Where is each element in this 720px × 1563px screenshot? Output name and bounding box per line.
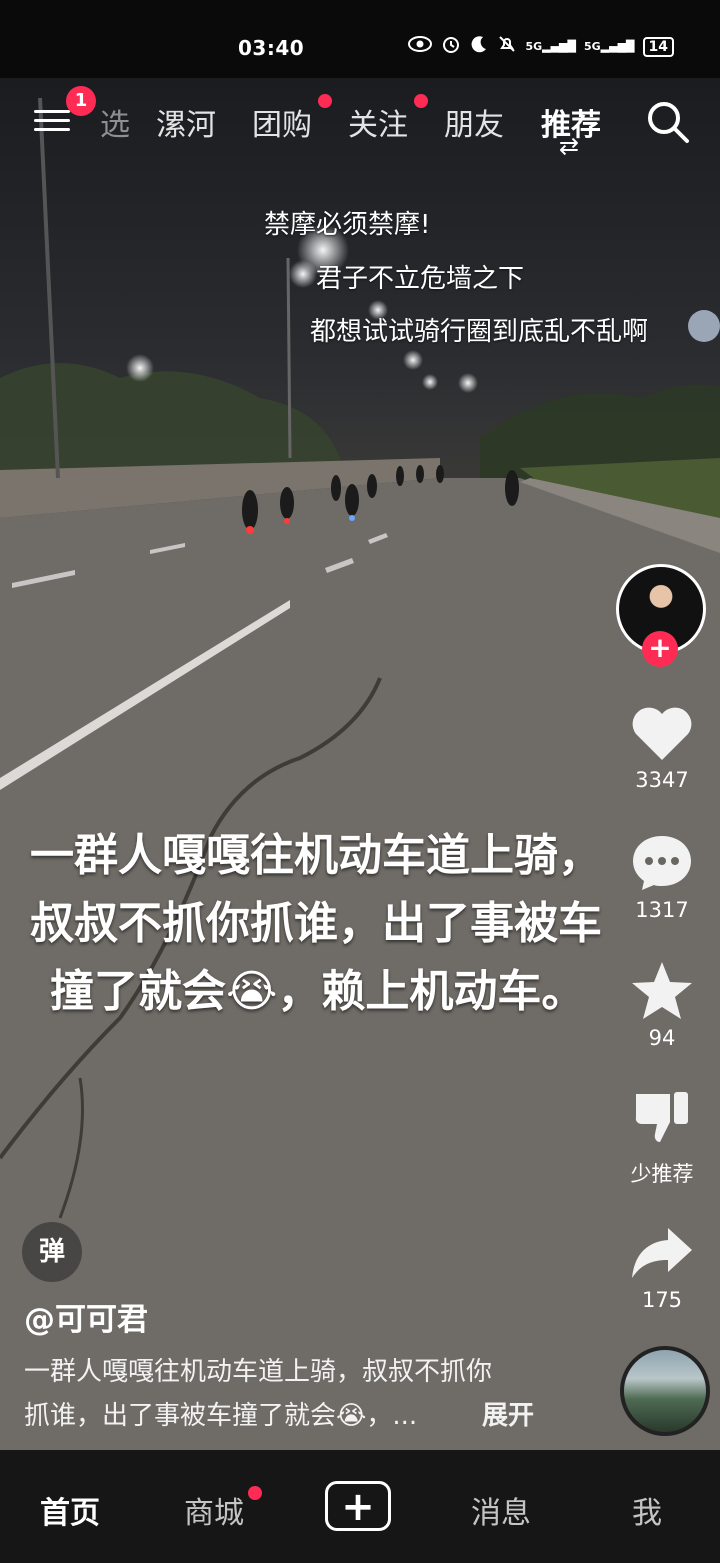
follow-button[interactable]: + [642,631,678,667]
caption-line: 叔叔不抓你抓谁，出了事被车 [30,898,602,949]
heart-icon[interactable] [630,704,694,766]
video-description[interactable]: 一群人嘎嘎往机动车道上骑，叔叔不抓你 抓谁，出了事被车撞了就会😭，... 展开 [24,1350,594,1438]
eye-icon [407,35,433,58]
alarm-icon [441,34,461,59]
status-icons: 5G▂▄▆█ 5G▂▄▆█ 14 [407,34,674,59]
comment-count: 1317 [635,898,689,922]
star-icon[interactable] [630,960,694,1026]
tab-following[interactable]: 关注 [348,100,408,144]
dislike-label: 少推荐 [630,1162,694,1186]
group-buy-dot [318,94,332,108]
following-dot [414,94,428,108]
menu-button[interactable] [34,104,70,134]
status-bar: 03:40 5G▂▄▆█ 5G▂▄▆█ 14 [0,0,720,78]
bottom-tab-mall[interactable]: 商城 [184,1488,244,1532]
caption-line: 撞了就会😭，赖上机动车。 [50,966,586,1017]
status-time: 03:40 [238,36,305,60]
search-icon[interactable] [646,100,690,144]
tab-local[interactable]: 漯河 [156,100,216,144]
signal-5g-icon: 5G▂▄▆█ [525,40,576,53]
mall-dot [248,1486,262,1500]
description-line: 一群人嘎嘎往机动车道上骑，叔叔不抓你 [24,1357,493,1387]
danmu-comment: 君子不立危墙之下 [316,264,525,294]
comment-icon[interactable] [630,832,694,896]
battery-indicator: 14 [642,36,674,57]
thumbs-down-icon[interactable] [634,1088,692,1148]
switch-icon[interactable]: ⇄ [559,132,579,160]
signal-5g-icon: 5G▂▄▆█ [583,40,635,53]
create-button[interactable]: + [325,1481,391,1531]
share-icon[interactable] [630,1226,694,1284]
danmaku-toggle-button[interactable]: 弹 [22,1222,82,1282]
author-name[interactable]: @可可君 [24,1294,148,1339]
like-count: 3347 [635,768,689,792]
danmu-comment: 禁摩必须禁摩! [264,210,431,240]
moon-icon [469,34,489,59]
bottom-tab-me[interactable]: 我 [632,1488,662,1532]
caption-line: 一群人嘎嘎往机动车道上骑， [30,830,602,881]
tab-partial[interactable]: 选 [100,100,130,144]
video-caption: 一群人嘎嘎往机动车道上骑， 叔叔不抓你抓谁，出了事被车 撞了就会😭，赖上机动车。 [30,822,670,1026]
music-disc[interactable] [620,1346,710,1436]
share-count: 175 [641,1288,683,1312]
tab-group-buy[interactable]: 团购 [252,100,312,144]
notification-badge: 1 [66,86,96,116]
bottom-tab-messages[interactable]: 消息 [471,1488,531,1532]
mute-icon [497,34,517,59]
expand-button[interactable]: 展开 [482,1394,534,1438]
bottom-tab-home[interactable]: 首页 [40,1488,100,1532]
wolf-emoji-icon [688,310,720,342]
danmu-comment: 都想试试骑行圈到底乱不乱啊 [310,317,649,347]
signal-label: 5G [525,40,543,53]
signal-label: 5G [583,40,601,53]
favorite-count: 94 [648,1026,676,1050]
tab-friends[interactable]: 朋友 [444,100,504,144]
